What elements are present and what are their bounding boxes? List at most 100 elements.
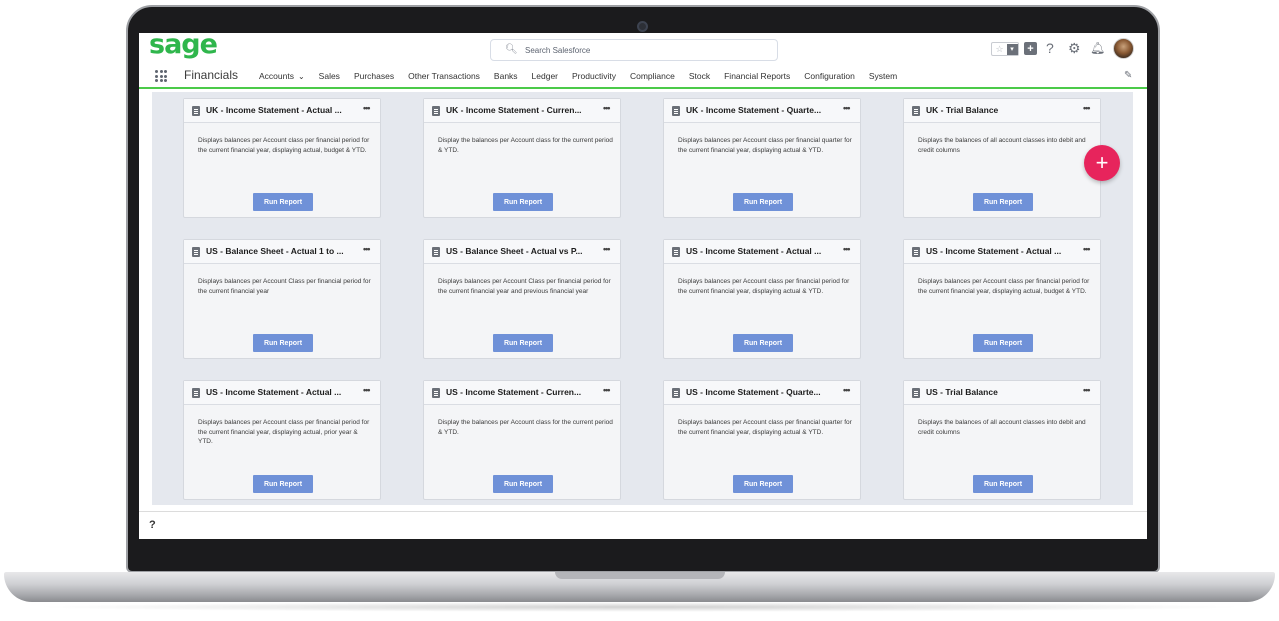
nav-item-productivity[interactable]: Productivity	[572, 71, 616, 81]
card-title[interactable]: US - Trial Balance	[926, 387, 1076, 397]
run-report-button[interactable]: Run Report	[733, 475, 793, 493]
nav-item-sales[interactable]: Sales	[319, 71, 340, 81]
report-card: US - Trial Balance ••• Displays the balanc…	[903, 380, 1101, 500]
card-description: Displays balances per Account Class per …	[438, 278, 611, 295]
report-icon	[192, 247, 200, 257]
card-title[interactable]: US - Income Statement - Actual ...	[926, 246, 1076, 256]
nav-item-other-transactions[interactable]: Other Transactions	[408, 71, 480, 81]
more-options-icon[interactable]: •••	[843, 385, 851, 395]
card-description: Displays balances per Account class per …	[678, 278, 850, 295]
run-report-button[interactable]: Run Report	[253, 193, 313, 211]
report-icon	[912, 388, 920, 398]
card-title[interactable]: UK - Income Statement - Quarte...	[686, 105, 836, 115]
card-title[interactable]: US - Balance Sheet - Actual 1 to ...	[206, 246, 356, 256]
card-title[interactable]: UK - Income Statement - Actual ...	[206, 105, 356, 115]
card-title[interactable]: UK - Income Statement - Curren...	[446, 105, 596, 115]
more-options-icon[interactable]: •••	[363, 103, 371, 113]
nav-item-financial-reports[interactable]: Financial Reports	[724, 71, 790, 81]
global-search[interactable]: 🔍︎	[490, 39, 778, 61]
more-options-icon[interactable]: •••	[363, 385, 371, 395]
card-title[interactable]: US - Income Statement - Actual ...	[206, 387, 356, 397]
card-description: Displays balances per Account class per …	[198, 137, 370, 154]
sage-logo[interactable]: sage	[149, 33, 218, 60]
card-description: Display the balances per Account class f…	[438, 419, 613, 436]
nav-item-compliance[interactable]: Compliance	[630, 71, 675, 81]
help-icon[interactable]: ?	[149, 519, 156, 531]
more-options-icon[interactable]: •••	[603, 385, 611, 395]
more-options-icon[interactable]: •••	[363, 244, 371, 254]
card-title[interactable]: US - Income Statement - Curren...	[446, 387, 596, 397]
report-grid-area: UK - Income Statement - Actual ... ••• Dis…	[152, 92, 1133, 505]
run-report-button[interactable]: Run Report	[493, 334, 553, 352]
card-title[interactable]: UK - Trial Balance	[926, 105, 1076, 115]
card-title[interactable]: US - Income Statement - Actual ...	[686, 246, 836, 256]
nav-item-accounts[interactable]: Accounts ⌄	[259, 71, 305, 81]
card-header: US - Income Statement - Actual ... •••	[664, 240, 860, 264]
report-card: US - Income Statement - Actual ... ••• Dis…	[663, 239, 861, 359]
search-input[interactable]	[525, 43, 765, 57]
favorites-button[interactable]: ☆ ▾	[991, 42, 1019, 56]
edit-icon[interactable]: ✎	[1124, 70, 1132, 81]
nav-items: Accounts ⌄ Sales Purchases Other Transact…	[259, 71, 911, 81]
more-options-icon[interactable]: •••	[603, 103, 611, 113]
report-icon	[672, 388, 680, 398]
run-report-button[interactable]: Run Report	[973, 475, 1033, 493]
help-icon[interactable]: ?	[1046, 40, 1054, 56]
card-header: US - Balance Sheet - Actual 1 to ... •••	[184, 240, 380, 264]
add-button[interactable]: +	[1084, 145, 1120, 181]
run-report-button[interactable]: Run Report	[973, 334, 1033, 352]
nav-item-banks[interactable]: Banks	[494, 71, 518, 81]
chevron-down-icon[interactable]: ▾	[1006, 43, 1018, 55]
report-card: US - Balance Sheet - Actual vs P... ••• Di…	[423, 239, 621, 359]
bell-icon[interactable]: 🔔︎	[1090, 41, 1105, 55]
card-header: US - Balance Sheet - Actual vs P... •••	[424, 240, 620, 264]
avatar[interactable]	[1113, 38, 1134, 59]
report-icon	[672, 106, 680, 116]
report-card: US - Income Statement - Actual ... ••• Dis…	[903, 239, 1101, 359]
card-title[interactable]: US - Balance Sheet - Actual vs P...	[446, 246, 596, 256]
report-icon	[672, 247, 680, 257]
run-report-button[interactable]: Run Report	[733, 193, 793, 211]
card-description: Displays balances per Account class per …	[678, 137, 852, 154]
report-card: UK - Income Statement - Quarte... ••• Disp…	[663, 98, 861, 218]
more-options-icon[interactable]: •••	[843, 103, 851, 113]
run-report-button[interactable]: Run Report	[253, 334, 313, 352]
gear-icon[interactable]: ⚙	[1068, 40, 1081, 56]
star-icon: ☆	[995, 43, 1004, 54]
report-card: UK - Income Statement - Curren... ••• Disp…	[423, 98, 621, 218]
plus-icon: +	[1027, 42, 1034, 55]
nav-item-configuration[interactable]: Configuration	[804, 71, 855, 81]
report-card: US - Income Statement - Curren... ••• Disp…	[423, 380, 621, 500]
run-report-button[interactable]: Run Report	[733, 334, 793, 352]
camera-icon	[637, 21, 648, 32]
report-card: US - Balance Sheet - Actual 1 to ... ••• D…	[183, 239, 381, 359]
nav-item-stock[interactable]: Stock	[689, 71, 710, 81]
laptop-shadow	[30, 602, 1249, 612]
run-report-button[interactable]: Run Report	[253, 475, 313, 493]
card-title[interactable]: US - Income Statement - Quarte...	[686, 387, 836, 397]
more-options-icon[interactable]: •••	[1083, 385, 1091, 395]
global-actions-button[interactable]: +	[1024, 42, 1037, 55]
run-report-button[interactable]: Run Report	[493, 475, 553, 493]
laptop-notch	[555, 572, 725, 579]
run-report-button[interactable]: Run Report	[973, 193, 1033, 211]
utility-bar: ?	[139, 511, 1147, 539]
chevron-down-icon[interactable]: ⌄	[298, 72, 305, 81]
report-icon	[432, 247, 440, 257]
app-launcher-icon[interactable]	[155, 70, 167, 82]
report-icon	[912, 247, 920, 257]
nav-item-purchases[interactable]: Purchases	[354, 71, 394, 81]
card-header: US - Income Statement - Actual ... •••	[184, 381, 380, 405]
run-report-button[interactable]: Run Report	[493, 193, 553, 211]
nav-item-ledger[interactable]: Ledger	[532, 71, 558, 81]
search-icon: 🔍︎	[505, 44, 518, 55]
more-options-icon[interactable]: •••	[843, 244, 851, 254]
nav-item-system[interactable]: System	[869, 71, 897, 81]
card-description: Displays balances per Account class per …	[198, 419, 370, 445]
more-options-icon[interactable]: •••	[603, 244, 611, 254]
app-name: Financials	[184, 68, 239, 82]
card-description: Displays balances per Account Class per …	[198, 278, 371, 295]
card-header: UK - Trial Balance •••	[904, 99, 1100, 123]
more-options-icon[interactable]: •••	[1083, 103, 1091, 113]
more-options-icon[interactable]: •••	[1083, 244, 1091, 254]
